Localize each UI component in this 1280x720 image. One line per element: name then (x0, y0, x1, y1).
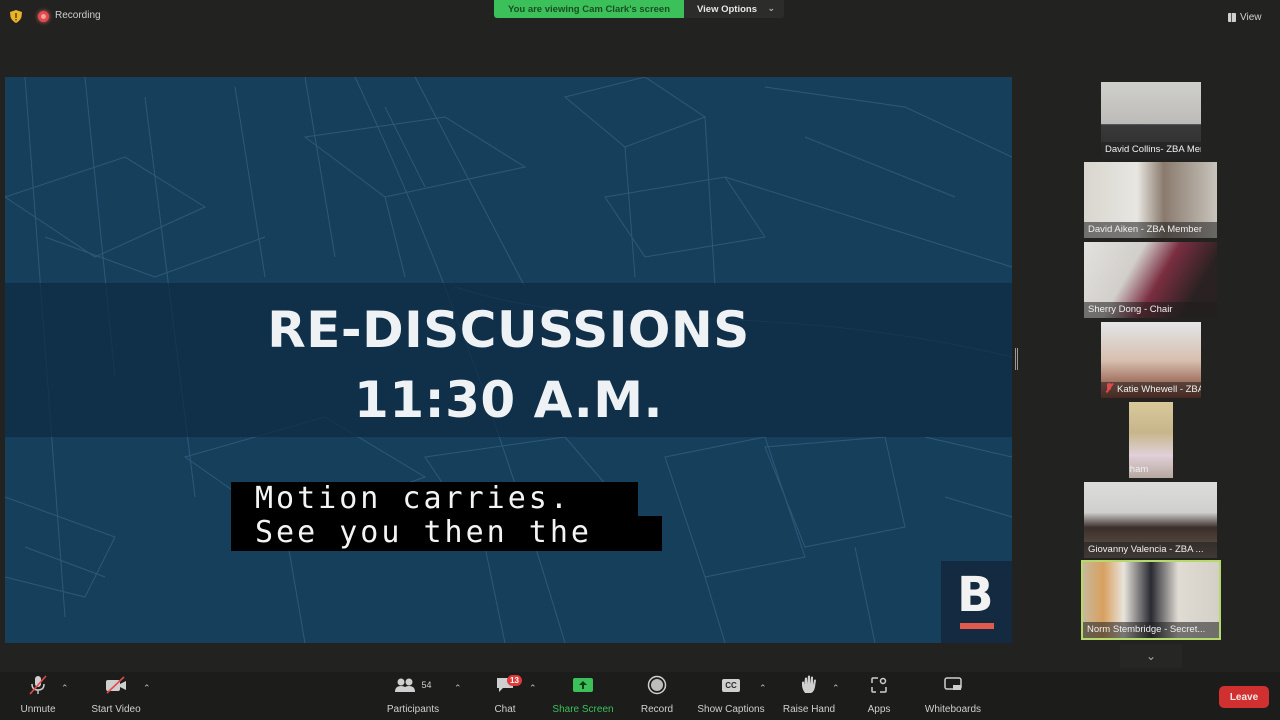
participant-name: Sherry Dong - Chair (1084, 302, 1217, 318)
participants-label: Participants (386, 704, 440, 715)
gallery-scroll-down-button[interactable]: ⌄ (1120, 644, 1182, 668)
unmute-button[interactable]: Unmute (18, 672, 58, 720)
whiteboards-label: Whiteboards (924, 704, 982, 715)
view-layout-icon (1228, 12, 1236, 22)
meeting-toolbar: Unmute ⌃ Start Video ⌃ 54 Participants ⌃… (0, 672, 1280, 720)
start-video-button[interactable]: Start Video (88, 672, 144, 720)
chat-options-caret[interactable]: ⌃ (529, 683, 537, 694)
record-icon (647, 672, 667, 698)
whiteboards-button[interactable]: Whiteboards (921, 672, 985, 720)
panel-resize-handle[interactable] (1015, 348, 1018, 370)
chevron-down-icon: ⌄ (1145, 649, 1157, 663)
participant-tile[interactable]: David Aiken - ZBA Member (1084, 162, 1217, 238)
chat-label: Chat (494, 704, 516, 715)
top-bar: Recording You are viewing Cam Clark's sc… (0, 0, 1280, 34)
audio-options-caret[interactable]: ⌃ (61, 683, 69, 694)
logo-letter: B (957, 567, 994, 623)
participants-options-caret[interactable]: ⌃ (454, 683, 462, 694)
chat-button[interactable]: 13 Chat (492, 672, 522, 720)
recording-indicator-icon (38, 11, 49, 22)
chat-bubble-icon: 13 (495, 672, 522, 698)
participants-icon: 54 (394, 672, 432, 698)
apps-icon (870, 672, 888, 698)
captions-options-caret[interactable]: ⌃ (759, 683, 767, 694)
chevron-down-icon: ⌄ (767, 3, 775, 13)
slide-title-line1: RE-DISCUSSIONS (267, 301, 750, 359)
unmute-label: Unmute (20, 704, 56, 715)
participant-tile[interactable]: Katie Whewell - ZBA M... (1101, 322, 1201, 398)
viewing-screen-banner: You are viewing Cam Clark's screen (494, 0, 684, 18)
participant-tile[interactable]: Giovanny Valencia - ZBA ... (1084, 482, 1217, 558)
view-options-label: View Options (697, 3, 758, 15)
participant-name: Giovanny Valencia - ZBA ... (1084, 542, 1217, 558)
raise-hand-label: Raise Hand (782, 704, 836, 715)
participant-name-text: Katie Whewell - ZBA M... (1117, 384, 1201, 395)
closed-captions-icon: CC (722, 672, 740, 698)
slide-title-line2: 11:30 A.M. (354, 371, 663, 429)
participant-tile-active-speaker[interactable]: Norm Stembridge - Secret... (1081, 560, 1221, 640)
share-screen-button[interactable]: Share Screen (552, 672, 614, 720)
caption-line-1: Motion carries. (231, 482, 638, 517)
apps-label: Apps (867, 704, 891, 715)
logo-underline (960, 623, 994, 629)
security-shield-icon[interactable] (10, 10, 22, 23)
share-screen-icon (572, 672, 594, 698)
participant-name: Norm Stembridge - Secret... (1083, 622, 1219, 638)
participant-tile[interactable]: Alan Langham (1129, 402, 1173, 478)
participants-button[interactable]: 54 Participants (384, 672, 442, 720)
participant-name: David Aiken - ZBA Member (1084, 222, 1217, 238)
muted-mic-icon (1105, 383, 1113, 393)
chat-unread-badge: 13 (507, 675, 522, 686)
record-button[interactable]: Record (638, 672, 676, 720)
participant-tile[interactable]: David Collins- ZBA Meme... (1101, 82, 1201, 158)
participant-name: Alan Langham (1129, 464, 1149, 475)
video-off-icon (104, 672, 128, 698)
reactions-options-caret[interactable]: ⌃ (832, 683, 840, 694)
participant-name: David Collins- ZBA Meme... (1101, 142, 1201, 158)
leave-meeting-button[interactable]: Leave (1219, 686, 1269, 708)
share-screen-label: Share Screen (552, 704, 614, 715)
whiteboard-icon (943, 672, 963, 698)
show-captions-button[interactable]: CC Show Captions (696, 672, 766, 720)
start-video-label: Start Video (91, 704, 141, 715)
raise-hand-button[interactable]: Raise Hand (782, 672, 836, 720)
zoom-meeting-window: Recording You are viewing Cam Clark's sc… (0, 0, 1280, 720)
video-options-caret[interactable]: ⌃ (143, 683, 151, 694)
participant-tile[interactable]: Sherry Dong - Chair (1084, 242, 1217, 318)
record-label: Record (640, 704, 674, 715)
participant-name: Katie Whewell - ZBA M... (1101, 382, 1201, 398)
participants-count: 54 (421, 680, 432, 690)
cc-icon-text: CC (722, 678, 740, 692)
brand-logo: B (941, 561, 1012, 643)
muted-microphone-icon (27, 672, 49, 698)
view-options-button[interactable]: View Options ⌄ (684, 0, 784, 18)
raise-hand-icon (800, 672, 818, 698)
view-button[interactable]: View (1228, 9, 1262, 25)
view-label: View (1240, 11, 1262, 23)
show-captions-label: Show Captions (697, 704, 765, 715)
apps-button[interactable]: Apps (866, 672, 892, 720)
caption-line-2: See you then the (231, 516, 662, 551)
recording-label: Recording (55, 10, 101, 21)
shared-screen-slide: RE-DISCUSSIONS 11:30 A.M. B (5, 77, 1012, 643)
